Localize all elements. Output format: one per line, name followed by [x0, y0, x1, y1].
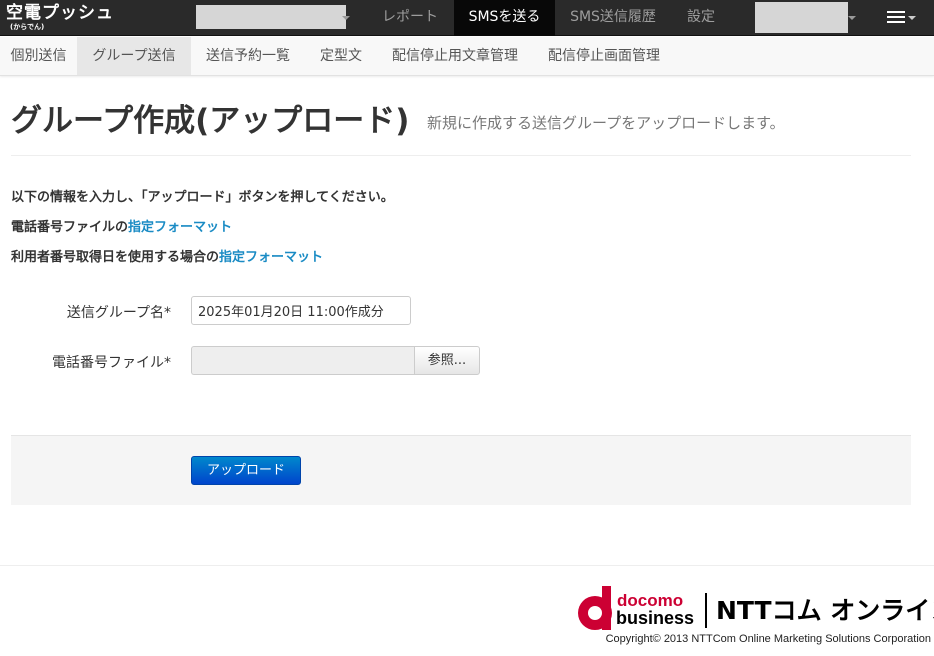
page-title: グループ作成(アップロード)	[11, 103, 410, 139]
phone-file-label: 電話番号ファイル*	[52, 355, 171, 371]
nav-settings[interactable]: 設定	[672, 0, 730, 36]
subnav-scheduled-list[interactable]: 送信予約一覧	[191, 37, 305, 75]
group-name-label: 送信グループ名*	[66, 305, 171, 321]
instruction-prefix: 利用者番号取得日を使用する場合の	[11, 250, 220, 265]
sub-navbar: 個別送信 グループ送信 送信予約一覧 定型文 配信停止用文章管理 配信停止画面管…	[0, 37, 934, 76]
docomo-wordmark: docomo	[617, 591, 684, 610]
subnav-individual-send[interactable]: 個別送信	[0, 37, 77, 75]
account-selector-masked[interactable]	[196, 5, 346, 29]
subnav-optout-text[interactable]: 配信停止用文章管理	[377, 37, 533, 75]
subnav-group-send[interactable]: グループ送信	[77, 37, 191, 75]
brand-logo[interactable]: 空電プッシュ (からでん)	[6, 3, 114, 31]
nav-sms-history[interactable]: SMS送信履歴	[556, 0, 670, 36]
chevron-down-icon	[908, 16, 916, 20]
chevron-down-icon	[848, 16, 856, 20]
browse-button[interactable]: 参照...	[414, 346, 480, 375]
copyright: Copyright© 2013 NTTCom Online Marketing …	[605, 633, 931, 645]
instruction-text: 以下の情報を入力し、「アップロード」ボタンを押してください。	[11, 190, 394, 205]
chevron-down-icon	[342, 16, 350, 20]
business-wordmark: business	[616, 608, 695, 628]
instruction-prefix: 電話番号ファイルの	[11, 220, 129, 235]
subnav-templates[interactable]: 定型文	[305, 37, 377, 75]
footer-divider	[0, 565, 934, 566]
nav-send-sms[interactable]: SMSを送る	[454, 0, 555, 36]
phone-file-input[interactable]	[191, 346, 415, 375]
docomo-d-logo-icon	[578, 586, 612, 630]
hamburger-menu-icon[interactable]	[887, 11, 905, 26]
date-format-link[interactable]: 指定フォーマット	[219, 250, 323, 265]
ntt-logo-text: NTTコム オンライン	[716, 596, 934, 625]
subnav-optout-screen[interactable]: 配信停止画面管理	[533, 37, 675, 75]
group-name-input[interactable]	[191, 296, 411, 325]
brand-name: 空電プッシュ	[6, 3, 114, 23]
upload-button[interactable]: アップロード	[191, 456, 301, 485]
phone-format-link[interactable]: 指定フォーマット	[128, 220, 232, 235]
user-menu-masked[interactable]	[755, 2, 848, 33]
top-navbar: 空電プッシュ (からでん) レポート SMSを送る SMS送信履歴 設定	[0, 0, 934, 36]
instruction-phone-format: 電話番号ファイルの指定フォーマット	[11, 216, 232, 235]
divider	[11, 155, 911, 156]
form-actions	[11, 435, 911, 505]
page-subtitle: 新規に作成する送信グループをアップロードします。	[427, 114, 785, 132]
brand-reading: (からでん)	[10, 23, 45, 31]
nav-report[interactable]: レポート	[366, 0, 454, 36]
logo-separator	[705, 593, 707, 628]
instruction-date-format: 利用者番号取得日を使用する場合の指定フォーマット	[11, 246, 323, 265]
